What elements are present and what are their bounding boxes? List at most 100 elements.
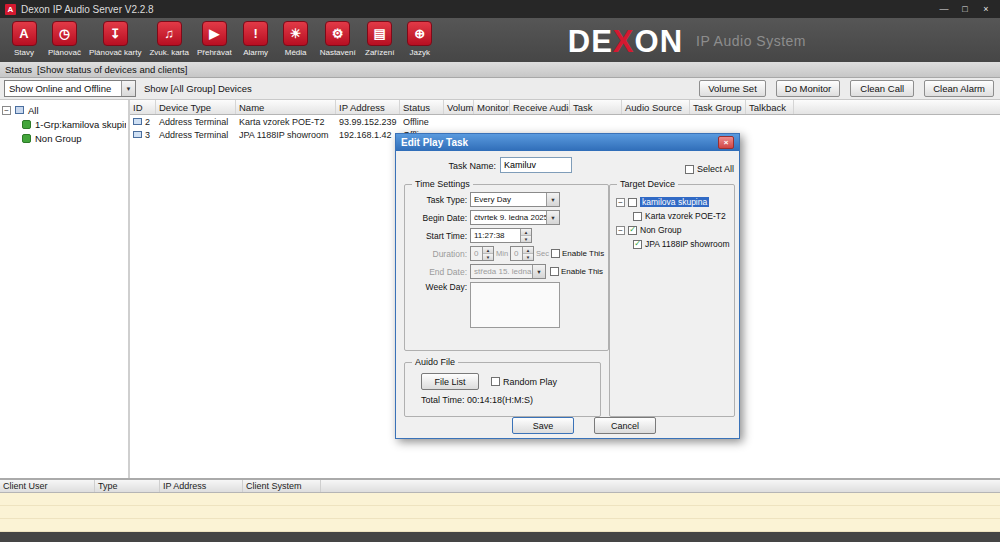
titlebar: A Dexon IP Audio Server V2.2.8 — □ ×: [0, 0, 1000, 18]
bottom-bar: [0, 532, 1000, 542]
device-row-2[interactable]: 2 Address Terminal Karta vzorek POE-T2 9…: [130, 115, 1000, 128]
terminal-icon: [133, 118, 142, 125]
client-table: Client User Type IP Address Client Syste…: [0, 478, 1000, 532]
column-header-status[interactable]: Status: [400, 100, 444, 114]
logo-x: X: [613, 24, 635, 59]
column-header-monitor[interactable]: Monitor: [474, 100, 510, 114]
tree-item-kamilova-skupina[interactable]: 1-Grp:kamilova skupina: [2, 117, 126, 131]
target-tree-item-karta-vzorek[interactable]: Karta vzorek POE-T2: [616, 209, 730, 223]
column-header-task[interactable]: Task: [570, 100, 622, 114]
random-play-control[interactable]: Random Play: [491, 377, 557, 387]
volume-set-button[interactable]: Volume Set: [699, 80, 766, 97]
close-button[interactable]: ×: [980, 4, 992, 14]
dexon-logo: DEXON IP Audio System: [568, 21, 806, 61]
devices-icon: ▤: [367, 21, 392, 46]
dialog-body: Task Name: Select All Time Settings Task…: [396, 151, 739, 440]
dialog-close-button[interactable]: ×: [718, 136, 734, 149]
toolbar-button-planovac[interactable]: ◷ Plánovač: [44, 21, 85, 57]
toolbar-button-nastaveni[interactable]: ⚙ Nastavení: [316, 21, 360, 57]
duration-min-spinner: 0 ▲▼: [470, 246, 494, 261]
target-tree-item-non-group[interactable]: Non Group: [616, 223, 730, 237]
cancel-button[interactable]: Cancel: [594, 417, 656, 434]
toolbar-button-planovac-karty[interactable]: ↧ Plánovač karty: [85, 21, 145, 57]
status-strip-detail: [Show status of devices and clients]: [37, 64, 188, 75]
toolbar-button-media[interactable]: ☀ Média: [276, 21, 316, 57]
task-name-label: Task Name:: [396, 161, 496, 171]
collapse-icon[interactable]: [616, 198, 625, 207]
column-header-name[interactable]: Name: [236, 100, 336, 114]
collapse-icon[interactable]: [616, 226, 625, 235]
filter-actions: Volume Set Do Monitor Clean Call Clean A…: [699, 80, 994, 97]
column-header-volume[interactable]: Volume: [444, 100, 474, 114]
status-cell: Offline: [400, 115, 444, 128]
toolbar-button-prehravat[interactable]: ▶ Přehrávat: [193, 21, 236, 57]
spinner-arrows-icon: ▲▼: [522, 247, 533, 260]
logo-text: DEXON: [568, 26, 683, 57]
duration-enable-checkbox[interactable]: [551, 249, 560, 258]
chevron-down-icon: ▼: [532, 265, 545, 278]
target-device-group: Target Device kamilova skupina Karta vzo…: [609, 179, 735, 417]
target-checkbox-checked[interactable]: [633, 240, 642, 249]
collapse-icon[interactable]: [2, 106, 11, 115]
save-button[interactable]: Save: [512, 417, 574, 434]
duration-sec-spinner: 0 ▲▼: [510, 246, 534, 261]
tree-item-all[interactable]: All: [2, 103, 126, 117]
file-list-button[interactable]: File List: [421, 373, 479, 390]
target-checkbox[interactable]: [633, 212, 642, 221]
column-header-id[interactable]: ID: [130, 100, 156, 114]
chevron-down-icon: ▼: [546, 211, 559, 224]
column-header-client-user[interactable]: Client User: [0, 480, 95, 492]
duration-min-unit: Min: [496, 249, 508, 258]
play-icon: ▶: [202, 21, 227, 46]
select-all-control[interactable]: Select All: [685, 164, 734, 174]
window-title: Dexon IP Audio Server V2.2.8: [21, 4, 154, 15]
column-header-task-group[interactable]: Task Group: [690, 100, 746, 114]
start-time-spinner[interactable]: 11:27:38 ▲▼: [470, 228, 532, 243]
maximize-button[interactable]: □: [959, 4, 971, 14]
toolbar-button-zarizeni[interactable]: ▤ Zařízení: [360, 21, 400, 57]
end-date-enable-label: Enable This: [561, 267, 603, 276]
do-monitor-button[interactable]: Do Monitor: [776, 80, 840, 97]
status-strip: Status [Show status of devices and clien…: [0, 62, 1000, 78]
task-type-dropdown[interactable]: Every Day ▼: [470, 192, 560, 207]
column-header-client-type[interactable]: Type: [95, 480, 160, 492]
chevron-down-icon: ▼: [546, 193, 559, 206]
spinner-arrows-icon[interactable]: ▲▼: [520, 229, 531, 242]
soundcard-icon: ♫: [157, 21, 182, 46]
end-date-label: End Date:: [409, 267, 467, 277]
online-filter-dropdown[interactable]: Show Online and Offline ▼: [4, 80, 136, 97]
duration-enable-label: Enable This: [562, 249, 604, 258]
end-date-enable-checkbox[interactable]: [550, 267, 559, 276]
column-header-client-system[interactable]: Client System: [243, 480, 321, 492]
client-empty-row: [0, 519, 1000, 532]
column-header-receive-audio[interactable]: Receive Audio: [510, 100, 570, 114]
begin-date-label: Begin Date:: [409, 213, 467, 223]
tree-item-non-group[interactable]: Non Group: [2, 131, 126, 145]
column-header-device-type[interactable]: Device Type: [156, 100, 236, 114]
target-checkbox[interactable]: [628, 198, 637, 207]
column-header-audio-source[interactable]: Audio Source: [622, 100, 690, 114]
toolbar: A Stavy ◷ Plánovač ↧ Plánovač karty ♫ Zv…: [0, 18, 1000, 62]
begin-date-picker[interactable]: čtvrtek 9. ledna 2025 ▼: [470, 210, 560, 225]
clean-call-button[interactable]: Clean Call: [850, 80, 914, 97]
clean-alarm-button[interactable]: Clean Alarm: [924, 80, 994, 97]
random-play-checkbox[interactable]: [491, 377, 500, 386]
start-time-label: Start Time:: [409, 231, 467, 241]
toolbar-button-zvuk-karta[interactable]: ♫ Zvuk. karta: [145, 21, 193, 57]
toolbar-button-jazyk[interactable]: ⊕ Jazyk: [400, 21, 440, 57]
select-all-checkbox[interactable]: [685, 165, 694, 174]
column-header-talkback[interactable]: Talkback: [746, 100, 794, 114]
target-tree-item-jpa-1188ip[interactable]: JPA 1188IP showroom: [616, 237, 730, 251]
column-header-client-ip[interactable]: IP Address: [160, 480, 243, 492]
chevron-down-icon: ▼: [121, 81, 135, 96]
column-header-filler: [321, 480, 1000, 492]
target-tree-item-kamilova-skupina[interactable]: kamilova skupina: [616, 195, 730, 209]
end-date-picker: středa 15. ledna 2025 ▼: [470, 264, 546, 279]
minimize-button[interactable]: —: [938, 4, 950, 14]
toolbar-button-alarmy[interactable]: ! Alarmy: [236, 21, 276, 57]
week-day-listbox[interactable]: [470, 282, 560, 328]
toolbar-button-stavy[interactable]: A Stavy: [4, 21, 44, 57]
task-name-input[interactable]: [500, 157, 572, 173]
target-checkbox-checked[interactable]: [628, 226, 637, 235]
column-header-ip-address[interactable]: IP Address: [336, 100, 400, 114]
